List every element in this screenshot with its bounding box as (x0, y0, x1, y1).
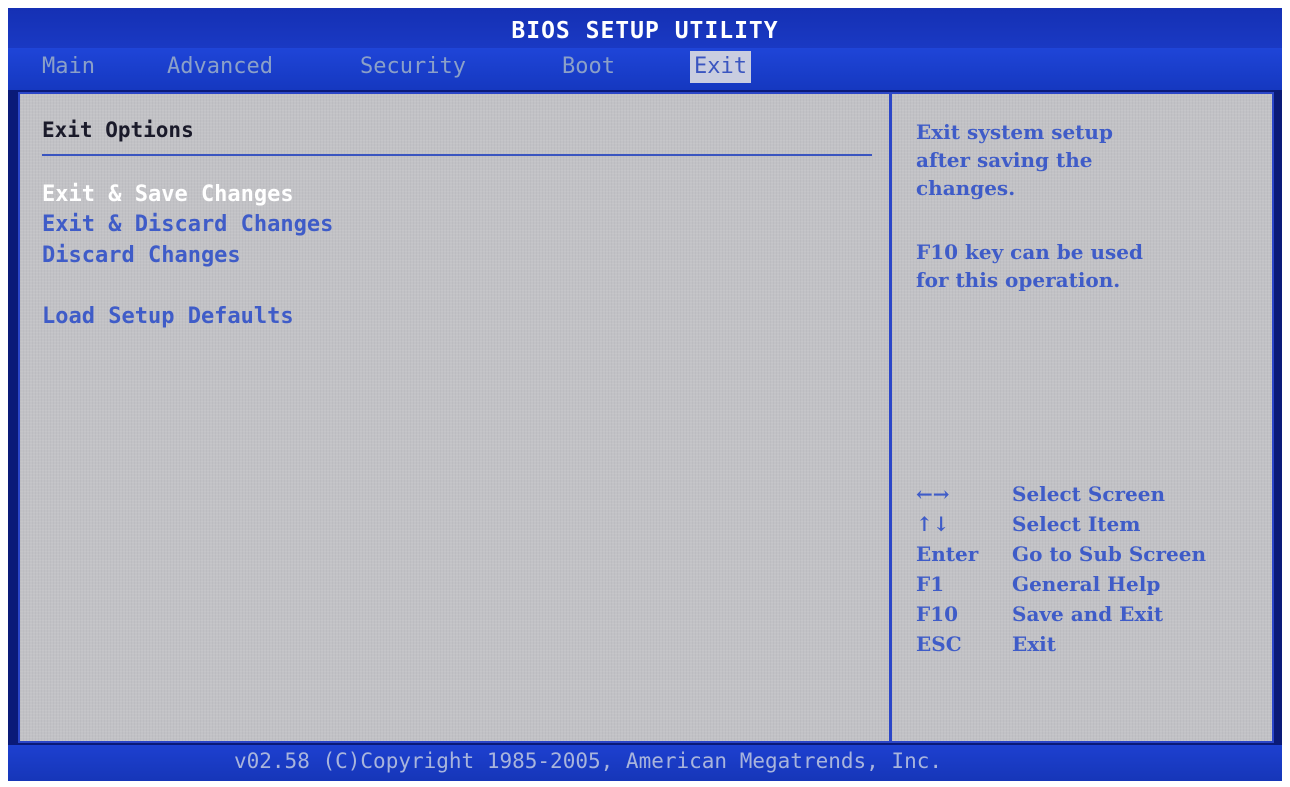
key-action: Save and Exit (1012, 602, 1164, 626)
discard-changes-item[interactable]: Discard Changes (42, 243, 241, 268)
bios-screen: BIOS SETUP UTILITY Main Advanced Securit… (8, 8, 1282, 781)
key-legend-row: F1 General Help (916, 572, 1160, 596)
exit-save-changes-item[interactable]: Exit & Save Changes (42, 182, 294, 207)
help-text-line: F10 key can be used (916, 240, 1143, 264)
key-label: F1 (916, 572, 945, 596)
section-divider (42, 154, 872, 156)
key-action: Select Screen (1012, 482, 1166, 506)
key-legend-row: ESC Exit (916, 632, 1056, 656)
copyright-text: v02.58 (C)Copyright 1985-2005, American … (233, 749, 942, 773)
left-right-arrows-icon: ←→ (916, 482, 950, 506)
up-down-arrows-icon: ↑↓ (916, 512, 950, 536)
key-label: F10 (916, 602, 959, 626)
help-text-line: after saving the (916, 148, 1093, 172)
menu-bar: Main Advanced Security Boot Exit (8, 48, 1282, 90)
key-action: General Help (1012, 572, 1161, 596)
key-legend-row: ←→ Select Screen (916, 482, 1165, 506)
tab-advanced[interactable]: Advanced (163, 51, 277, 83)
footer-bar: v02.58 (C)Copyright 1985-2005, American … (8, 745, 1282, 781)
key-action: Exit (1012, 632, 1057, 656)
key-label: ESC (916, 632, 962, 656)
section-title: Exit Options (42, 118, 194, 142)
help-text-line: Exit system setup (916, 120, 1113, 144)
tab-security[interactable]: Security (356, 51, 470, 83)
help-text-line: for this operation. (916, 268, 1121, 292)
tab-boot[interactable]: Boot (558, 51, 619, 83)
tab-main[interactable]: Main (38, 51, 99, 83)
main-panel: Exit Options Exit & Save Changes Exit & … (18, 92, 892, 743)
key-action: Select Item (1012, 512, 1141, 536)
tab-exit[interactable]: Exit (690, 51, 751, 83)
key-legend-row: F10 Save and Exit (916, 602, 1163, 626)
exit-discard-changes-item[interactable]: Exit & Discard Changes (42, 212, 333, 237)
key-legend-row: Enter Go to Sub Screen (916, 542, 1206, 566)
help-panel: Exit system setup after saving the chang… (892, 92, 1274, 743)
help-text-line: changes. (916, 176, 1016, 200)
key-label: Enter (916, 542, 979, 566)
key-action: Go to Sub Screen (1012, 542, 1207, 566)
load-setup-defaults-item[interactable]: Load Setup Defaults (42, 304, 294, 329)
app-title: BIOS SETUP UTILITY (511, 18, 779, 44)
key-legend-row: ↑↓ Select Item (916, 512, 1140, 536)
